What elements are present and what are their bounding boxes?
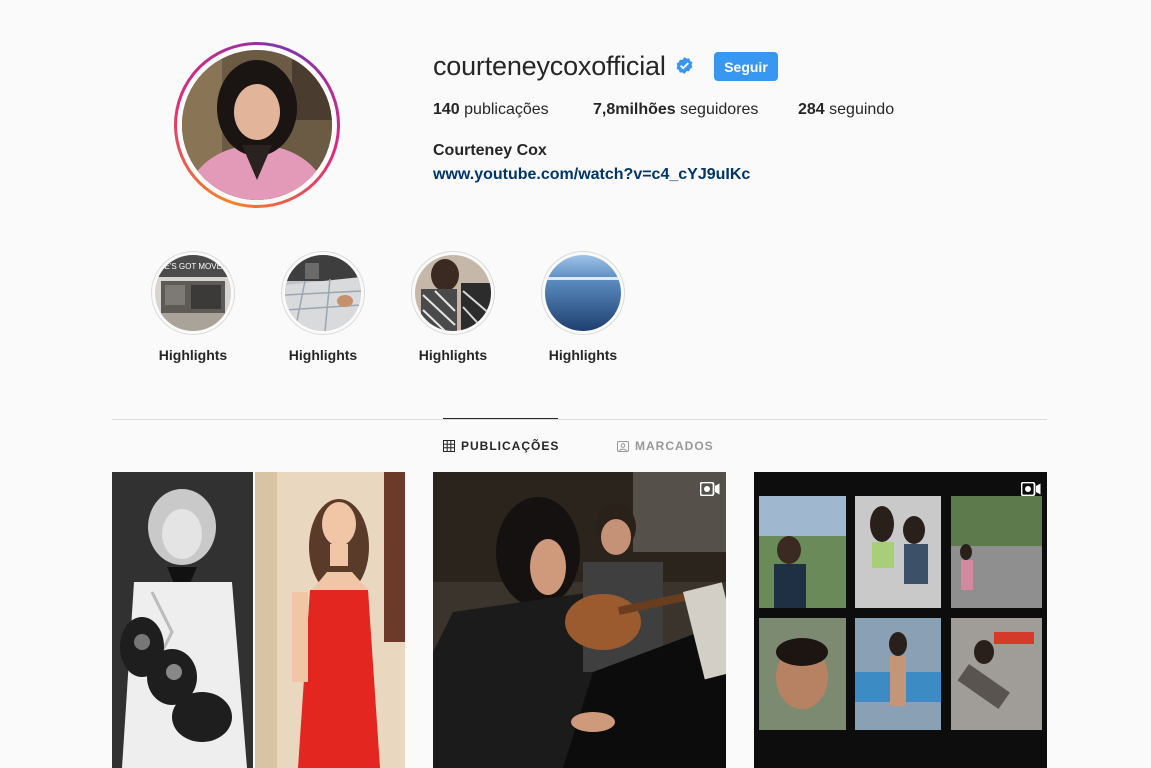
highlight-item[interactable]: Highlights bbox=[541, 251, 625, 363]
profile-bio-link[interactable]: www.youtube.com/watch?v=c4_cYJ9uIKc bbox=[433, 166, 750, 184]
stat-followers[interactable]: 7,8milhões seguidores bbox=[593, 101, 758, 119]
highlight-ring: HE'S GOT MOVES bbox=[151, 251, 235, 335]
post-thumbnail[interactable] bbox=[754, 472, 1047, 768]
video-icon bbox=[1021, 482, 1041, 496]
tab-tagged-label: MARCADOS bbox=[635, 439, 714, 453]
posts-count: 140 bbox=[433, 101, 460, 118]
highlight-cover-image bbox=[415, 255, 491, 331]
grid-icon bbox=[443, 440, 455, 452]
highlight-ring bbox=[411, 251, 495, 335]
post-thumbnail[interactable] bbox=[112, 472, 405, 768]
posts-label: publicações bbox=[464, 101, 549, 118]
highlight-label: Highlights bbox=[288, 347, 358, 363]
stat-following[interactable]: 284 seguindo bbox=[798, 101, 894, 119]
highlight-cover-image bbox=[285, 255, 361, 331]
highlight-label: Highlights bbox=[418, 347, 488, 363]
highlight-overlay-text: HE'S GOT MOVES bbox=[159, 262, 228, 271]
highlight-cover-image bbox=[545, 255, 621, 331]
highlight-item[interactable]: HE'S GOT MOVES Highlights bbox=[151, 251, 235, 363]
followers-label: seguidores bbox=[680, 101, 759, 118]
verified-badge-icon bbox=[676, 56, 693, 75]
highlight-ring bbox=[541, 251, 625, 335]
following-count: 284 bbox=[798, 101, 825, 118]
following-label: seguindo bbox=[829, 101, 895, 118]
avatar-frame bbox=[177, 45, 337, 205]
tab-tagged[interactable]: MARCADOS bbox=[617, 439, 714, 453]
stat-posts: 140 publicações bbox=[433, 101, 549, 119]
highlight-item[interactable]: Highlights bbox=[411, 251, 495, 363]
tab-posts[interactable]: PUBLICAÇÕES bbox=[443, 439, 559, 453]
followers-count: 7,8milhões bbox=[593, 101, 676, 118]
avatar bbox=[182, 50, 332, 200]
active-tab-indicator bbox=[443, 418, 558, 419]
tabs-divider bbox=[112, 419, 1047, 420]
tagged-icon bbox=[617, 441, 629, 452]
profile-username: courteneycoxofficial bbox=[433, 51, 666, 81]
post-thumbnail[interactable] bbox=[433, 472, 726, 768]
profile-avatar-ring[interactable] bbox=[174, 42, 340, 208]
tab-posts-label: PUBLICAÇÕES bbox=[461, 439, 560, 453]
follow-button[interactable]: Seguir bbox=[714, 52, 778, 81]
video-icon bbox=[700, 482, 720, 496]
highlight-cover-image: HE'S GOT MOVES bbox=[155, 255, 231, 331]
profile-full-name: Courteney Cox bbox=[433, 142, 547, 159]
highlight-label: Highlights bbox=[158, 347, 228, 363]
highlight-label: Highlights bbox=[548, 347, 618, 363]
highlight-item[interactable]: Highlights bbox=[281, 251, 365, 363]
highlight-ring bbox=[281, 251, 365, 335]
